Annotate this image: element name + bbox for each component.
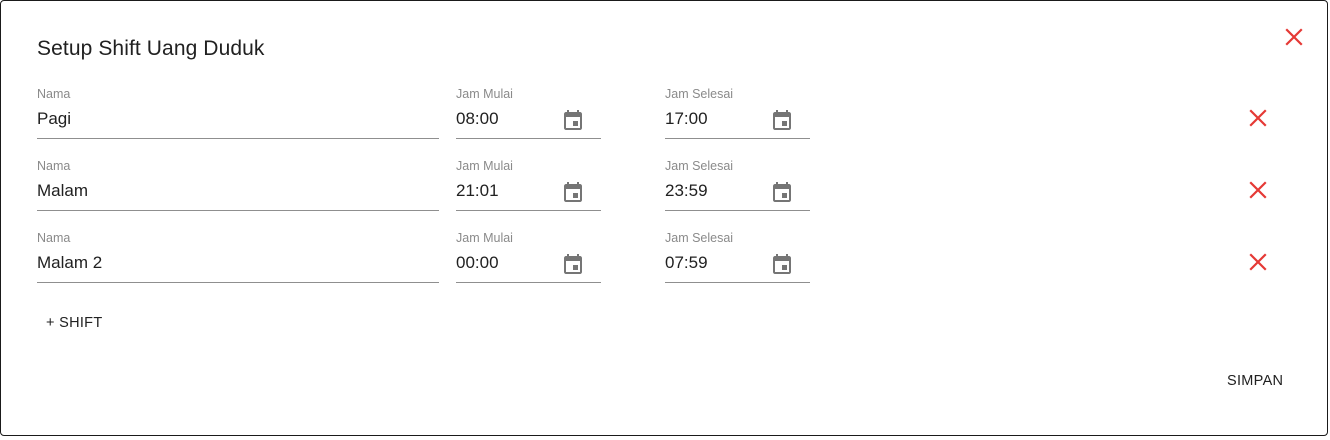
jam-selesai-underline bbox=[665, 210, 810, 211]
calendar-icon[interactable] bbox=[770, 109, 794, 133]
nama-field[interactable]: Nama Malam 2 bbox=[37, 231, 439, 283]
jam-mulai-value[interactable]: 21:01 bbox=[456, 181, 499, 201]
close-icon bbox=[1249, 181, 1267, 199]
jam-selesai-value[interactable]: 23:59 bbox=[665, 181, 708, 201]
jam-mulai-field[interactable]: Jam Mulai 00:00 bbox=[456, 231, 601, 283]
jam-mulai-label: Jam Mulai bbox=[456, 159, 513, 173]
jam-selesai-underline bbox=[665, 282, 810, 283]
nama-value[interactable]: Malam bbox=[37, 181, 88, 201]
save-button[interactable]: SIMPAN bbox=[1227, 373, 1283, 389]
setup-shift-dialog: Setup Shift Uang Duduk Nama Pagi Jam Mul… bbox=[0, 0, 1328, 436]
calendar-icon[interactable] bbox=[770, 181, 794, 205]
remove-shift-button[interactable] bbox=[1245, 249, 1271, 275]
close-icon bbox=[1249, 253, 1267, 271]
jam-selesai-label: Jam Selesai bbox=[665, 87, 734, 101]
jam-mulai-value[interactable]: 08:00 bbox=[456, 109, 499, 129]
jam-selesai-value[interactable]: 07:59 bbox=[665, 253, 708, 273]
calendar-icon[interactable] bbox=[770, 253, 794, 277]
nama-value[interactable]: Pagi bbox=[37, 109, 71, 129]
jam-mulai-underline bbox=[456, 282, 601, 283]
dialog-close-button[interactable] bbox=[1281, 24, 1307, 50]
nama-value[interactable]: Malam 2 bbox=[37, 253, 102, 273]
jam-selesai-field[interactable]: Jam Selesai 07:59 bbox=[665, 231, 810, 283]
dialog-title: Setup Shift Uang Duduk bbox=[37, 37, 265, 60]
jam-mulai-field[interactable]: Jam Mulai 21:01 bbox=[456, 159, 601, 211]
add-shift-button[interactable]: + SHIFT bbox=[46, 315, 102, 331]
jam-mulai-underline bbox=[456, 210, 601, 211]
jam-selesai-label: Jam Selesai bbox=[665, 159, 734, 173]
nama-field[interactable]: Nama Malam bbox=[37, 159, 439, 211]
jam-selesai-field[interactable]: Jam Selesai 23:59 bbox=[665, 159, 810, 211]
jam-mulai-field[interactable]: Jam Mulai 08:00 bbox=[456, 87, 601, 139]
jam-selesai-underline bbox=[665, 138, 810, 139]
jam-mulai-label: Jam Mulai bbox=[456, 87, 513, 101]
jam-selesai-value[interactable]: 17:00 bbox=[665, 109, 708, 129]
remove-shift-button[interactable] bbox=[1245, 177, 1271, 203]
nama-label: Nama bbox=[37, 87, 71, 101]
nama-underline bbox=[37, 138, 439, 139]
close-icon bbox=[1249, 109, 1267, 127]
jam-mulai-value[interactable]: 00:00 bbox=[456, 253, 499, 273]
nama-underline bbox=[37, 282, 439, 283]
nama-label: Nama bbox=[37, 231, 71, 245]
jam-selesai-label: Jam Selesai bbox=[665, 231, 734, 245]
remove-shift-button[interactable] bbox=[1245, 105, 1271, 131]
nama-field[interactable]: Nama Pagi bbox=[37, 87, 439, 139]
calendar-icon[interactable] bbox=[561, 181, 585, 205]
jam-mulai-underline bbox=[456, 138, 601, 139]
calendar-icon[interactable] bbox=[561, 109, 585, 133]
nama-underline bbox=[37, 210, 439, 211]
jam-mulai-label: Jam Mulai bbox=[456, 231, 513, 245]
calendar-icon[interactable] bbox=[561, 253, 585, 277]
nama-label: Nama bbox=[37, 159, 71, 173]
jam-selesai-field[interactable]: Jam Selesai 17:00 bbox=[665, 87, 810, 139]
close-icon bbox=[1285, 28, 1303, 46]
